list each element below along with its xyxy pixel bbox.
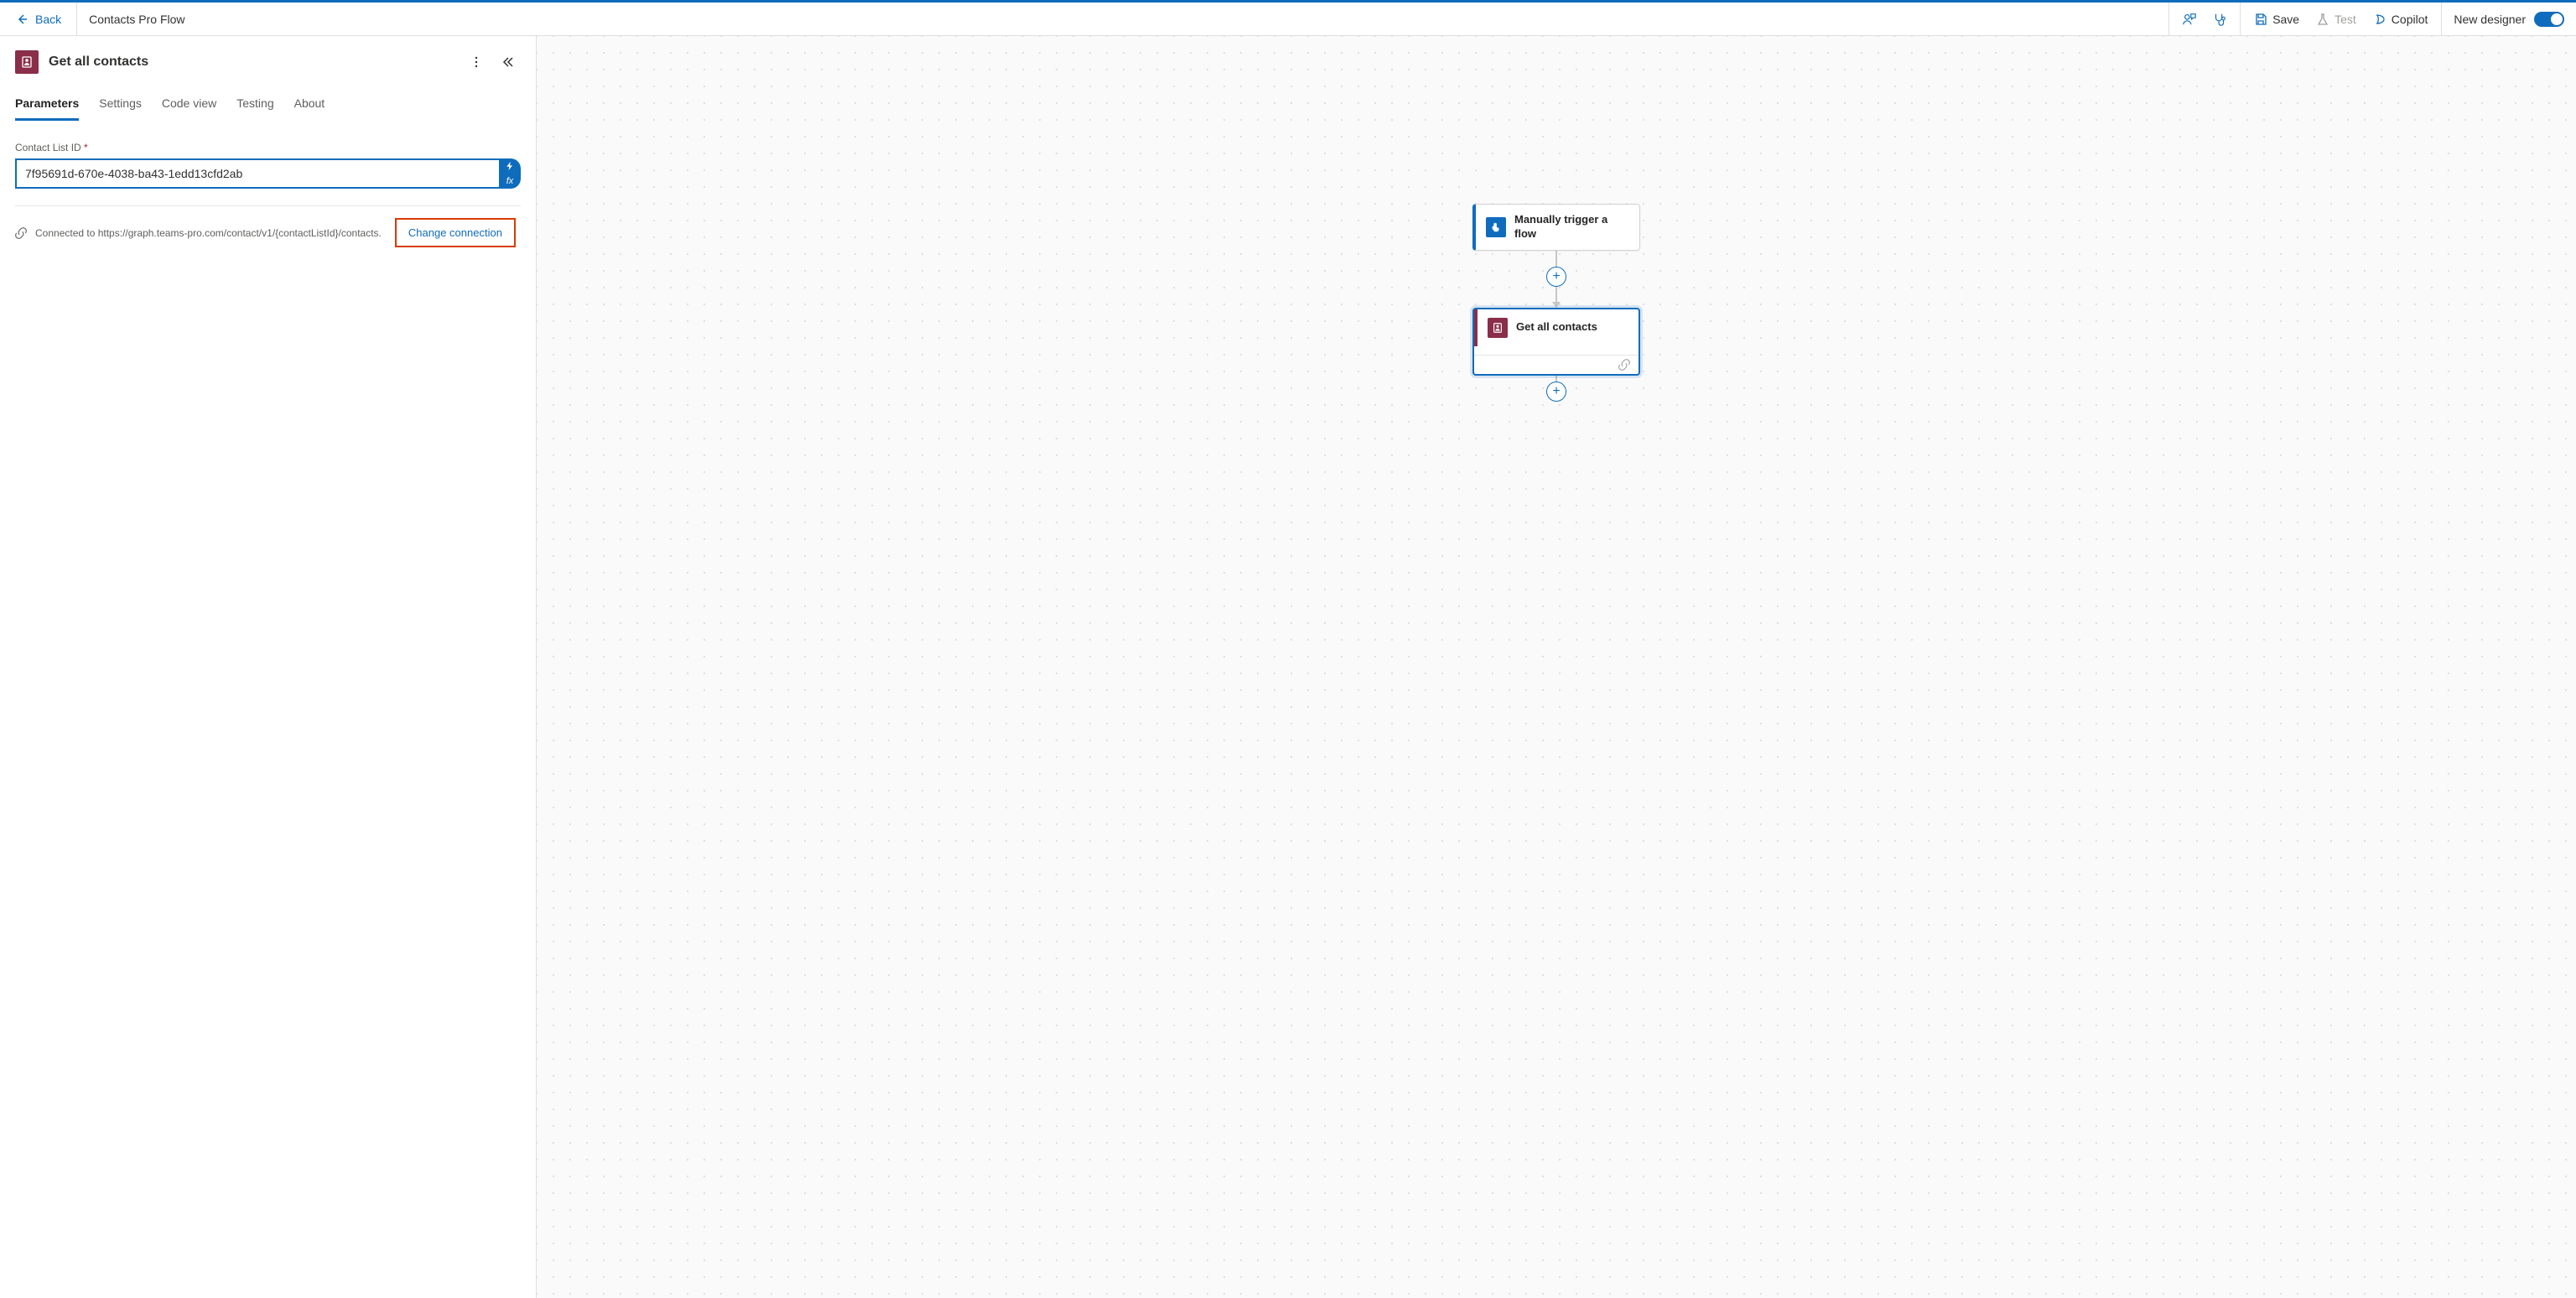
connection-row: Connected to https://graph.teams-pro.com… (15, 218, 521, 247)
flow-title: Contacts Pro Flow (77, 13, 196, 26)
copilot-icon (2373, 13, 2386, 26)
new-designer-toggle[interactable] (2534, 12, 2564, 27)
action-node-label: Get all contacts (1516, 320, 1597, 335)
arrow-down-icon (1552, 302, 1561, 308)
fx-icon: fx (506, 176, 514, 186)
contact-list-id-input[interactable] (15, 158, 501, 189)
tab-testing[interactable]: Testing (236, 96, 273, 121)
lightning-icon (505, 161, 515, 171)
connector-line (1555, 251, 1557, 267)
connector-line (1555, 286, 1557, 303)
test-label: Test (2334, 13, 2356, 26)
action-config-panel: Get all contacts Parameters Settings Cod… (0, 36, 537, 1298)
action-node-icon (1488, 318, 1508, 338)
test-button: Test (2308, 3, 2365, 35)
new-designer-label: New designer (2454, 13, 2526, 26)
panel-header-actions (464, 49, 521, 75)
flow-canvas[interactable]: Manually trigger a flow + Get all contac… (537, 36, 2576, 1298)
required-mark: * (84, 142, 88, 153)
contact-card-icon (1492, 322, 1504, 334)
trigger-node-icon (1486, 217, 1506, 237)
link-icon (1618, 359, 1630, 371)
more-vertical-icon (470, 55, 483, 69)
new-designer-toggle-wrap: New designer (2441, 3, 2576, 35)
contacts-action-icon (15, 50, 39, 74)
panel-header: Get all contacts (0, 36, 536, 81)
panel-body: Contact List ID * fx (0, 122, 536, 262)
chevron-double-left-icon (501, 55, 515, 69)
header-bar: Back Contacts Pro Flow Save T (0, 3, 2576, 36)
expression-button[interactable]: fx (499, 174, 521, 189)
field-label-text: Contact List ID (15, 142, 81, 153)
header-icon-group (2168, 3, 2240, 35)
contact-list-id-label: Contact List ID * (15, 142, 521, 153)
panel-tabs: Parameters Settings Code view Testing Ab… (0, 81, 536, 122)
copilot-label: Copilot (2392, 13, 2428, 26)
trigger-node-label: Manually trigger a flow (1514, 213, 1629, 241)
token-picker: fx (499, 158, 521, 189)
action-node[interactable]: Get all contacts (1472, 308, 1640, 376)
tab-code-view[interactable]: Code view (162, 96, 216, 121)
link-icon (15, 227, 27, 239)
back-label: Back (35, 13, 61, 26)
trigger-node[interactable]: Manually trigger a flow (1472, 204, 1640, 251)
copilot-button[interactable]: Copilot (2365, 3, 2437, 35)
collapse-panel-button[interactable] (496, 49, 521, 75)
flask-icon (2316, 13, 2329, 26)
header-right: Save Test Copilot New designer (2168, 3, 2576, 35)
tab-settings[interactable]: Settings (99, 96, 142, 121)
arrow-left-icon (15, 13, 29, 26)
header-left: Back Contacts Pro Flow (0, 3, 197, 35)
add-step-button-1[interactable]: + (1546, 267, 1566, 287)
add-step-button-2[interactable]: + (1546, 382, 1566, 402)
dynamic-content-button[interactable] (499, 158, 521, 174)
feedback-button[interactable] (2174, 3, 2205, 35)
action-node-top: Get all contacts (1474, 309, 1639, 346)
person-feedback-icon (2182, 12, 2197, 27)
tab-about[interactable]: About (294, 96, 325, 121)
more-button[interactable] (464, 49, 489, 75)
back-button[interactable]: Back (0, 3, 77, 35)
flow-graph: Manually trigger a flow + Get all contac… (1472, 204, 1640, 401)
connection-text: Connected to https://graph.teams-pro.com… (35, 227, 382, 239)
panel-title: Get all contacts (49, 55, 454, 70)
save-button[interactable]: Save (2246, 3, 2308, 35)
contact-card-icon (20, 55, 34, 69)
header-actions-group: Save Test Copilot (2240, 3, 2441, 35)
change-connection-button[interactable]: Change connection (395, 218, 516, 247)
hand-tap-icon (1490, 221, 1502, 233)
tab-parameters[interactable]: Parameters (15, 96, 79, 121)
stethoscope-icon (2212, 12, 2227, 27)
save-label: Save (2272, 13, 2299, 26)
contact-list-id-field-row: fx (15, 158, 521, 189)
save-icon (2254, 13, 2267, 26)
divider (15, 205, 521, 206)
action-node-footer (1474, 355, 1639, 374)
assistant-button[interactable] (2205, 3, 2235, 35)
